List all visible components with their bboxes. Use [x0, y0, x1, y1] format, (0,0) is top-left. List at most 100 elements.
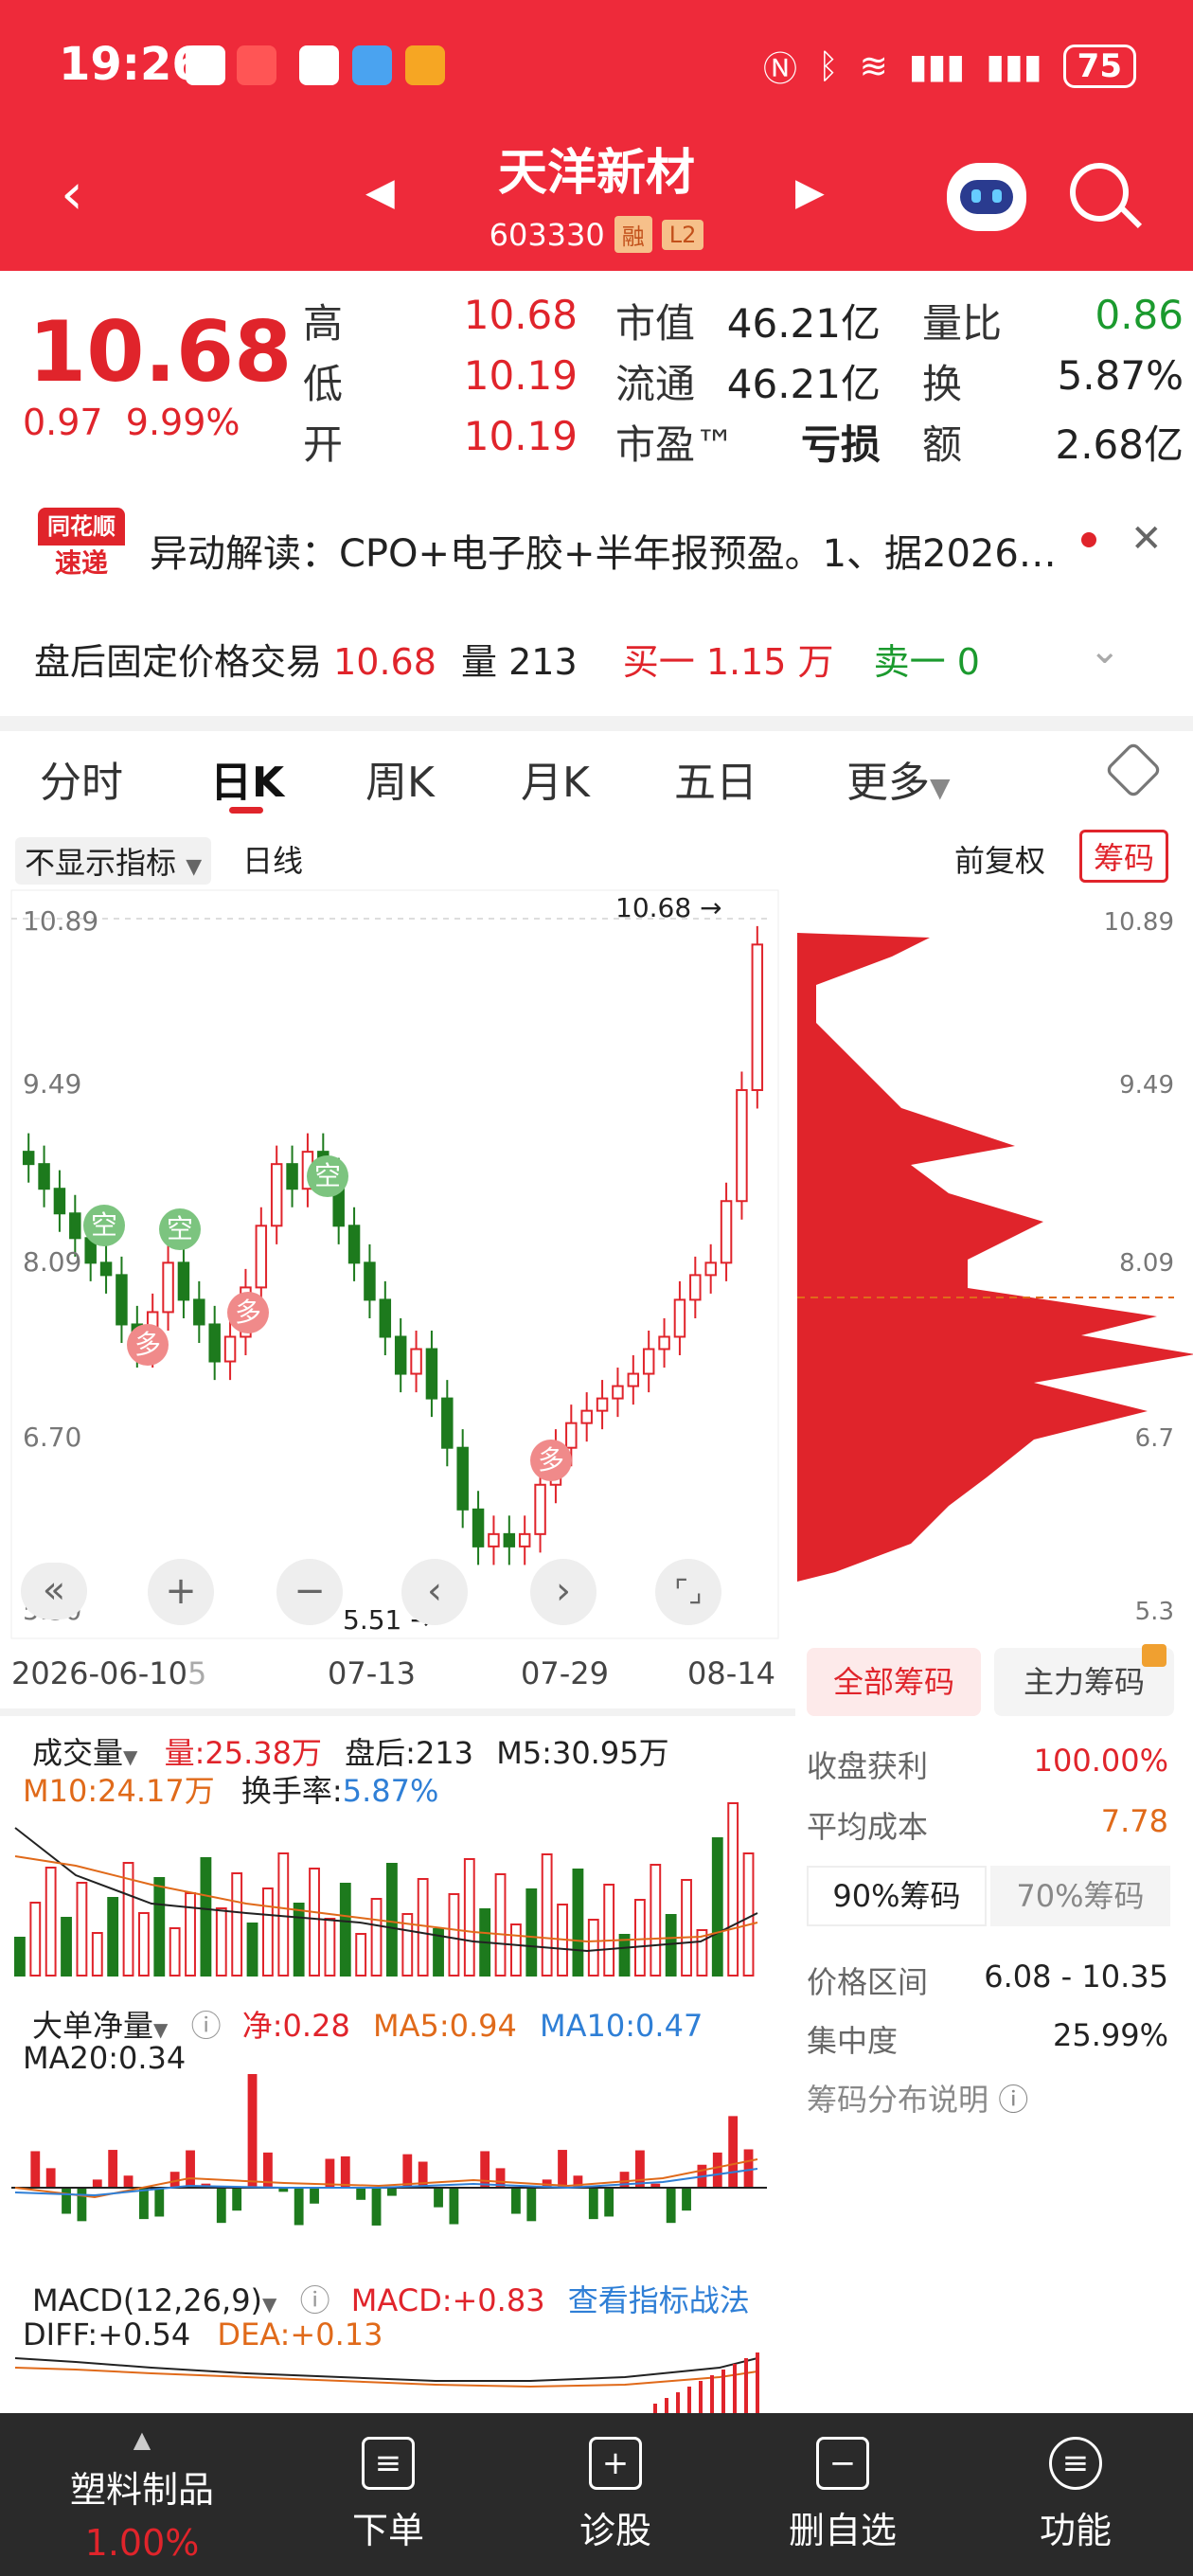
period-label: 日线 [242, 843, 304, 879]
robot-assistant-icon[interactable] [947, 163, 1026, 231]
diagnose-button[interactable]: + 诊股 [540, 2413, 691, 2576]
y-axis-label: 10.89 [23, 905, 98, 937]
chevron-down-icon[interactable]: ⌄ [1089, 629, 1121, 672]
candle-body [22, 1151, 35, 1166]
candle-body [580, 1409, 593, 1424]
candle-body [518, 1532, 531, 1547]
settings-icon[interactable] [1104, 741, 1163, 799]
long-signal-badge[interactable]: 多 [530, 1440, 572, 1481]
macd-bar [687, 2387, 691, 2413]
short-signal-badge[interactable]: 空 [307, 1155, 348, 1197]
bigorder-bar [62, 2188, 71, 2214]
chips-90-button[interactable]: 90%筹码 [807, 1866, 987, 1926]
concentration-value: 25.99% [1052, 2017, 1168, 2053]
volume-bar [355, 1933, 367, 1977]
kline-chart[interactable]: 10.899.498.096.705.3010.899.498.096.75.3 [0, 881, 1193, 1657]
close-icon[interactable]: ✕ [1131, 517, 1163, 561]
profit-label: 收盘获利 [807, 1748, 929, 1784]
status-time: 19:26 [59, 38, 204, 91]
nfc-icon: Ⓝ [763, 50, 798, 89]
stock-code: 603330 [489, 216, 605, 253]
volume-bar [324, 1918, 336, 1977]
bigorder-bar [635, 2150, 645, 2188]
lock-icon [1142, 1644, 1166, 1667]
tab-more[interactable]: 更多▼ [846, 748, 951, 809]
chevron-down-icon[interactable]: ▼ [153, 2018, 168, 2041]
candle-body [53, 1188, 66, 1215]
candle-body [642, 1348, 655, 1375]
chips-explain-link[interactable]: 筹码分布说明 ⓘ [807, 2076, 1028, 2120]
adjust-select[interactable]: 前复权 [954, 837, 1045, 881]
scroll-right-icon[interactable]: › [530, 1559, 596, 1625]
chevron-down-icon[interactable]: ▼ [123, 1745, 137, 1768]
bigorder-bar [30, 2151, 41, 2188]
bigorder-bar [526, 2188, 537, 2222]
bigorder-bar [123, 2175, 134, 2188]
indicator-select[interactable]: 不显示指标 ▼ [15, 837, 212, 885]
high-price-mark: 10.68 → [615, 892, 722, 923]
volume-bar [711, 1837, 723, 1977]
tab-intraday[interactable]: 分时 [40, 748, 123, 809]
zoom-out-icon[interactable]: − [276, 1559, 343, 1625]
long-signal-badge[interactable]: 多 [227, 1292, 269, 1333]
long-signal-badge[interactable]: 多 [127, 1324, 169, 1366]
candle-body [704, 1261, 717, 1277]
volume-bar [185, 1892, 196, 1977]
macd-header: MACD(12,26,9)▼ ⓘ MACD:+0.83 查看指标战法 [32, 2282, 750, 2318]
volume-bar [169, 1927, 181, 1977]
y-axis-label-right: 10.89 [1104, 908, 1174, 937]
order-icon: ≡ [362, 2436, 415, 2490]
section-divider [0, 1708, 795, 1716]
x-axis-date: 07-29 [521, 1655, 609, 1691]
remove-watchlist-button[interactable]: − 删自选 [767, 2413, 918, 2576]
after-hours-trading[interactable]: 盘后固定价格交易 10.68 量 213 买一 1.15 万 卖一 0 [34, 633, 980, 685]
tab-daily-k[interactable]: 日K [210, 748, 284, 809]
tab-monthly-k[interactable]: 月K [521, 748, 590, 809]
status-right: Ⓝ ᛒ ≋ ▮▮▮ ▮▮▮ 75 [763, 42, 1136, 91]
help-icon[interactable]: ⓘ [300, 2282, 330, 2318]
macd-bar [699, 2381, 703, 2413]
macd-bar [733, 2364, 737, 2413]
news-logo: 同花顺 速递 [38, 508, 125, 581]
volume-bar [603, 1884, 615, 1977]
y-axis-label: 8.09 [23, 1246, 81, 1278]
bigorder-bar [216, 2188, 226, 2224]
concentration-label: 集中度 [807, 2023, 899, 2059]
sector-button[interactable]: ▲ 塑料制品 1.00% [38, 2413, 246, 2576]
diagnose-icon: + [589, 2436, 642, 2490]
chevron-down-icon[interactable]: ▼ [262, 2293, 276, 2316]
bluetooth-icon: ᛒ [818, 46, 839, 86]
zoom-out-far-icon[interactable]: « [21, 1563, 87, 1619]
video-icon [405, 45, 445, 85]
candle-body [596, 1397, 609, 1412]
scroll-left-icon[interactable]: ‹ [401, 1559, 468, 1625]
short-signal-badge[interactable]: 空 [159, 1208, 201, 1250]
function-button[interactable]: ≡ 功能 [1000, 2413, 1151, 2576]
candle-body [208, 1323, 221, 1363]
next-stock-icon[interactable]: ▶ [795, 170, 825, 214]
bigorder-bar [139, 2188, 149, 2220]
short-signal-badge[interactable]: 空 [83, 1205, 125, 1246]
candle-body [751, 943, 764, 1092]
indicator-strategy-link[interactable]: 查看指标战法 [568, 2282, 750, 2318]
volume-bar [61, 1917, 72, 1977]
zoom-in-icon[interactable]: + [148, 1559, 214, 1625]
chips-toggle-button[interactable]: 筹码 [1079, 830, 1169, 883]
candle-body [69, 1212, 81, 1240]
news-headline[interactable]: 异动解读：CPO+电子胶+半年报预盈。1、据2026… [150, 523, 1057, 578]
tab-weekly-k[interactable]: 周K [365, 748, 435, 809]
volume-bar [29, 1902, 42, 1977]
help-icon[interactable]: ⓘ [191, 2008, 222, 2044]
tab-five-day[interactable]: 五日 [674, 748, 757, 809]
bigorder-bar [108, 2150, 118, 2188]
y-axis-label-right: 9.49 [1119, 1071, 1174, 1100]
bigorder-bar [449, 2188, 459, 2225]
volume-bar [634, 1899, 646, 1977]
candle-body [441, 1397, 454, 1449]
range-label: 价格区间 [807, 1964, 929, 2000]
fullscreen-icon[interactable]: ⌜⌟ [655, 1559, 721, 1625]
search-icon[interactable] [1070, 163, 1129, 222]
chips-70-button[interactable]: 70%筹码 [990, 1866, 1170, 1926]
order-button[interactable]: ≡ 下单 [312, 2413, 464, 2576]
tab-all-chips[interactable]: 全部筹码 [807, 1648, 981, 1716]
